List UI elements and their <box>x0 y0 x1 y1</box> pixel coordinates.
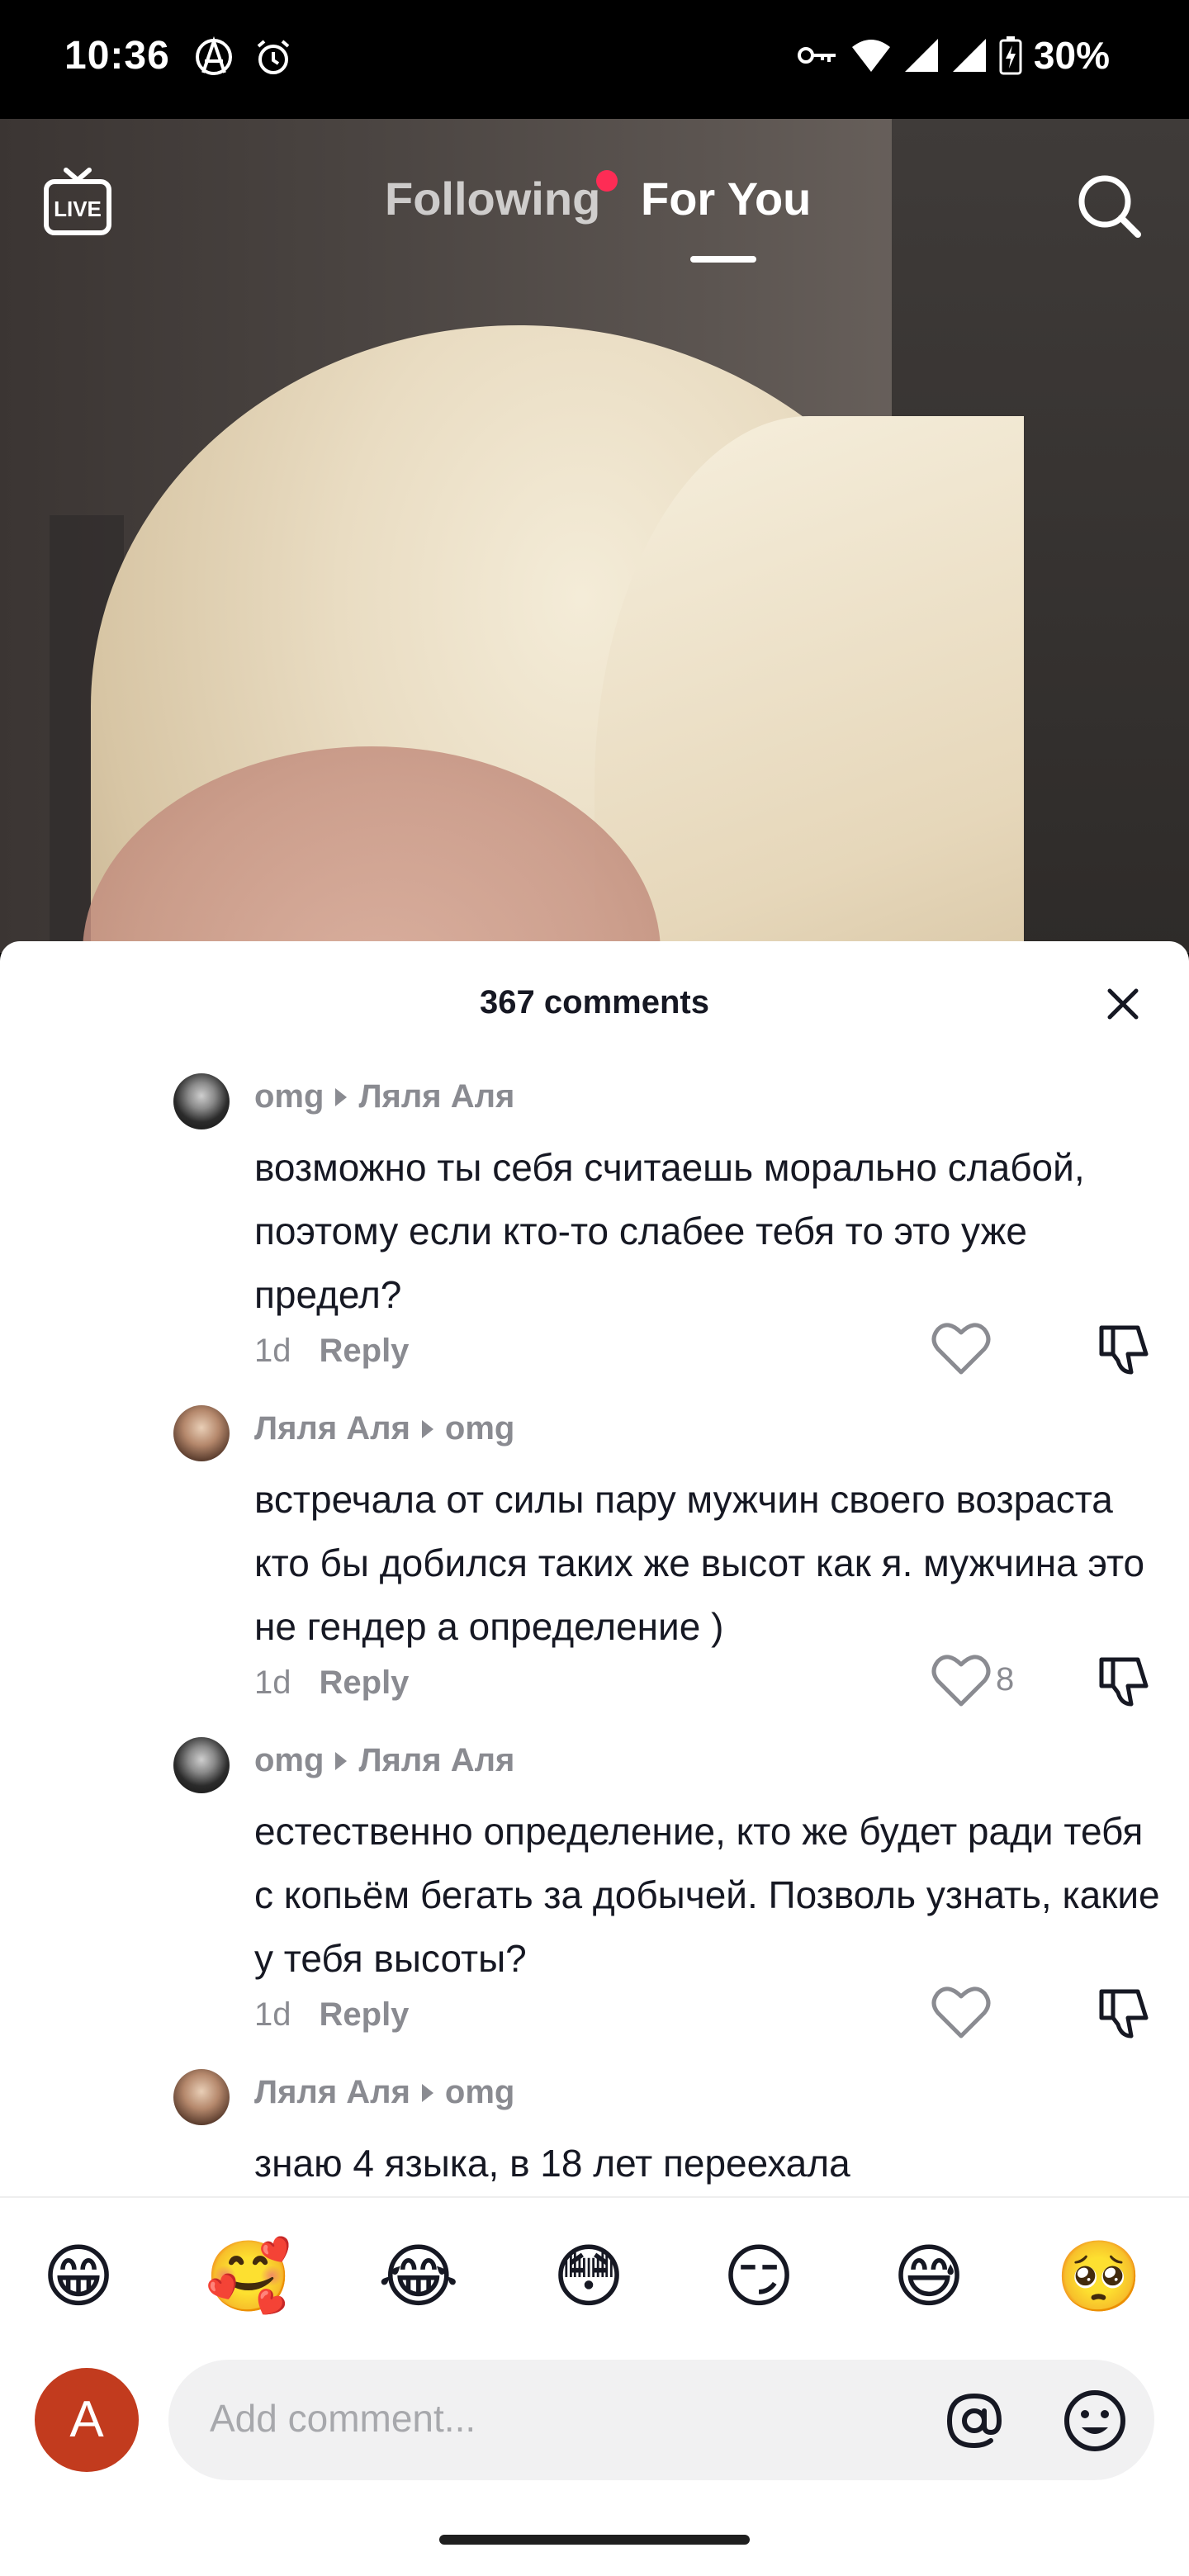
comment-reply-to[interactable]: Ляля Аля <box>358 1742 514 1779</box>
status-right: 30% <box>796 33 1110 78</box>
comment-text: естественно определение, кто же будет ра… <box>254 1810 1160 1980</box>
heart-icon[interactable] <box>931 1321 991 1376</box>
comments-list: omg Ляля Аля возможно ты себя считаешь м… <box>0 1073 1189 2312</box>
reply-arrow-icon <box>421 2083 433 2102</box>
comment-author[interactable]: omg <box>254 1078 324 1115</box>
comment-author[interactable]: Ляля Аля <box>254 2074 410 2111</box>
comment-author[interactable]: omg <box>254 1742 324 1779</box>
avatar[interactable] <box>173 1073 230 1129</box>
close-icon[interactable] <box>1098 979 1148 1029</box>
comment-text: возможно ты себя считаешь морально слабо… <box>254 1146 1085 1316</box>
live-icon[interactable]: LIVE <box>43 165 112 238</box>
comment-names: Ляля Аля omg <box>254 2074 514 2111</box>
comment-names: omg Ляля Аля <box>254 1742 514 1779</box>
tab-for-you[interactable]: For You <box>641 172 811 225</box>
reply-button[interactable]: Reply <box>320 1333 410 1370</box>
mention-icon[interactable] <box>945 2391 1004 2451</box>
dislike-icon[interactable] <box>1097 1985 1154 2043</box>
comment-meta: 1d Reply <box>254 1996 409 2034</box>
avatar[interactable] <box>173 2069 230 2125</box>
comment-input-placeholder: Add comment... <box>210 2397 476 2440</box>
comment-reply-to[interactable]: omg <box>445 1410 514 1447</box>
signal-icon <box>904 39 938 72</box>
active-tab-indicator <box>690 256 756 263</box>
search-icon[interactable] <box>1073 170 1143 239</box>
avatar[interactable] <box>173 1405 230 1461</box>
dislike-icon[interactable] <box>1097 1653 1154 1711</box>
comments-count-title: 367 comments <box>480 984 709 1020</box>
tab-following[interactable]: Following <box>385 172 600 225</box>
heart-icon[interactable] <box>931 1985 991 2039</box>
comment-author[interactable]: Ляля Аля <box>254 1410 410 1447</box>
emoji-pleading[interactable]: 🥺 <box>1054 2231 1144 2322</box>
home-indicator[interactable] <box>439 2535 750 2545</box>
emoji-smiling-hearts[interactable]: 🥰 <box>203 2231 294 2322</box>
comment-reply-to[interactable]: Ляля Аля <box>358 1078 514 1115</box>
comment-names: omg Ляля Аля <box>254 1078 514 1115</box>
heart-icon[interactable] <box>931 1653 991 1707</box>
avatar[interactable] <box>173 1737 230 1793</box>
comment-age: 1d <box>254 1664 291 1701</box>
quick-emoji-bar: 😁 🥰 😂 😳 😏 😅 🥺 <box>0 2231 1189 2322</box>
following-notification-dot <box>596 170 618 192</box>
status-left-icons <box>193 36 294 78</box>
comment-input-row: A Add comment... <box>0 2360 1189 2484</box>
status-bar: 10:36 30% <box>0 0 1189 119</box>
emoji-picker-icon[interactable] <box>1062 2388 1128 2454</box>
alarm-icon <box>257 40 290 74</box>
vpn-key-icon <box>797 47 836 64</box>
comment-input[interactable]: Add comment... <box>168 2360 1154 2480</box>
emoji-grinning[interactable]: 😁 <box>33 2231 124 2322</box>
comment-composer: 😁 🥰 😂 😳 😏 😅 🥺 A Add comment... <box>0 2196 1189 2576</box>
reply-button[interactable]: Reply <box>320 1996 410 2034</box>
anarchy-icon <box>196 36 232 75</box>
comment-reply-to[interactable]: omg <box>445 2074 514 2111</box>
comment-meta: 1d Reply <box>254 1333 409 1370</box>
reply-button[interactable]: Reply <box>320 1664 410 1702</box>
comment-age: 1d <box>254 1996 291 2033</box>
battery-charging-icon <box>999 36 1022 75</box>
top-nav: LIVE Following For You <box>0 119 1189 284</box>
emoji-tears-of-joy[interactable]: 😂 <box>373 2231 464 2322</box>
battery-percent: 30% <box>1033 34 1110 77</box>
dislike-icon[interactable] <box>1097 1321 1154 1379</box>
emoji-smirking[interactable]: 😏 <box>713 2231 804 2322</box>
emoji-flushed[interactable]: 😳 <box>543 2231 634 2322</box>
live-label: LIVE <box>54 197 102 221</box>
comment-names: Ляля Аля omg <box>254 1410 514 1447</box>
signal-icon-2 <box>952 39 986 72</box>
comment-meta: 1d Reply <box>254 1664 409 1702</box>
user-avatar[interactable]: A <box>35 2368 139 2472</box>
comment-text: знаю 4 языка, в 18 лет переехала <box>254 2142 850 2185</box>
reply-arrow-icon <box>335 1751 348 1770</box>
status-time: 10:36 <box>64 34 170 78</box>
comment-text: встречала от силы пару мужчин своего воз… <box>254 1478 1145 1648</box>
like-count: 8 <box>996 1661 1015 1698</box>
emoji-sweat-smile[interactable]: 😅 <box>883 2231 974 2322</box>
comment-age: 1d <box>254 1333 291 1369</box>
reply-arrow-icon <box>421 1419 433 1438</box>
reply-arrow-icon <box>335 1087 348 1106</box>
wifi-icon <box>851 40 890 72</box>
